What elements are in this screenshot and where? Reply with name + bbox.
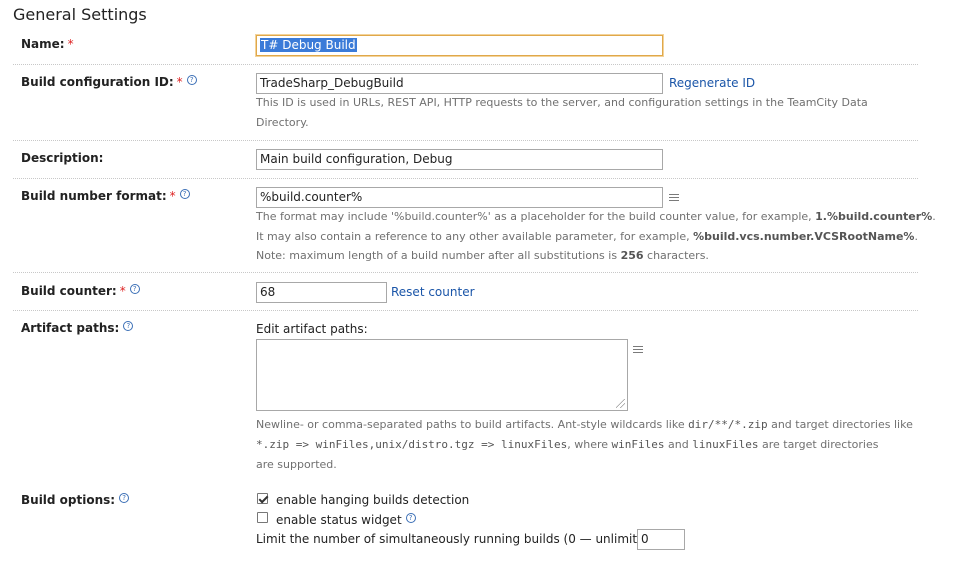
row-divider <box>13 178 918 179</box>
help-icon[interactable]: ? <box>405 513 416 523</box>
description-label: Description: <box>21 151 104 165</box>
edit-artifact-paths-label: Edit artifact paths: <box>256 322 368 336</box>
regenerate-id-link[interactable]: Regenerate ID <box>669 76 755 90</box>
build-config-id-note-1: This ID is used in URLs, REST API, HTTP … <box>256 96 868 109</box>
list-edit-icon[interactable] <box>633 346 643 354</box>
help-icon[interactable]: ? <box>129 284 140 294</box>
row-divider <box>13 310 918 311</box>
build-number-format-note-3: Note: maximum length of a build number a… <box>256 249 709 262</box>
artifact-paths-note-1: Newline- or comma-separated paths to bui… <box>256 418 913 431</box>
name-input-value: T# Debug Build <box>260 38 357 52</box>
artifact-paths-note-3: are supported. <box>256 458 337 471</box>
build-options-label: Build options:? <box>21 493 130 507</box>
build-counter-input[interactable]: 68 <box>256 282 387 303</box>
list-edit-icon[interactable] <box>669 194 679 202</box>
status-widget-label[interactable]: enable status widget? <box>276 513 416 527</box>
page-title: General Settings <box>13 5 147 24</box>
description-input[interactable]: Main build configuration, Debug <box>256 149 663 170</box>
artifact-paths-textarea[interactable] <box>256 339 628 411</box>
limit-running-builds-input[interactable]: 0 <box>637 529 685 550</box>
build-number-format-note-2: It may also contain a reference to any o… <box>256 230 918 243</box>
build-number-format-label: Build number format: *? <box>21 189 190 203</box>
required-marker: * <box>119 284 126 298</box>
artifact-paths-label: Artifact paths:? <box>21 321 134 335</box>
name-label: Name: * <box>21 37 74 51</box>
required-marker: * <box>176 75 183 89</box>
build-number-format-note-1: The format may include '%build.counter%'… <box>256 210 936 223</box>
build-number-format-input[interactable]: %build.counter% <box>256 187 663 208</box>
build-config-id-label: Build configuration ID: *? <box>21 75 197 89</box>
build-config-id-note-2: Directory. <box>256 116 309 129</box>
resize-grip-icon[interactable] <box>616 399 625 408</box>
status-widget-checkbox[interactable] <box>257 512 268 523</box>
help-icon[interactable]: ? <box>179 189 190 199</box>
hanging-builds-label[interactable]: enable hanging builds detection <box>276 493 469 507</box>
name-input[interactable]: T# Debug Build <box>256 35 663 56</box>
limit-running-builds-label: Limit the number of simultaneously runni… <box>256 532 657 546</box>
build-counter-label: Build counter: *? <box>21 284 140 298</box>
artifact-paths-note-2: *.zip => winFiles,unix/distro.tgz => lin… <box>256 438 879 451</box>
required-marker: * <box>67 37 74 51</box>
required-marker: * <box>169 189 176 203</box>
help-icon[interactable]: ? <box>119 493 130 503</box>
row-divider <box>13 64 918 65</box>
help-icon[interactable]: ? <box>123 321 134 331</box>
help-icon[interactable]: ? <box>186 75 197 85</box>
row-divider <box>13 272 918 273</box>
build-config-id-input[interactable]: TradeSharp_DebugBuild <box>256 73 663 94</box>
hanging-builds-checkbox[interactable] <box>257 493 268 504</box>
reset-counter-link[interactable]: Reset counter <box>391 285 475 299</box>
row-divider <box>13 140 918 141</box>
